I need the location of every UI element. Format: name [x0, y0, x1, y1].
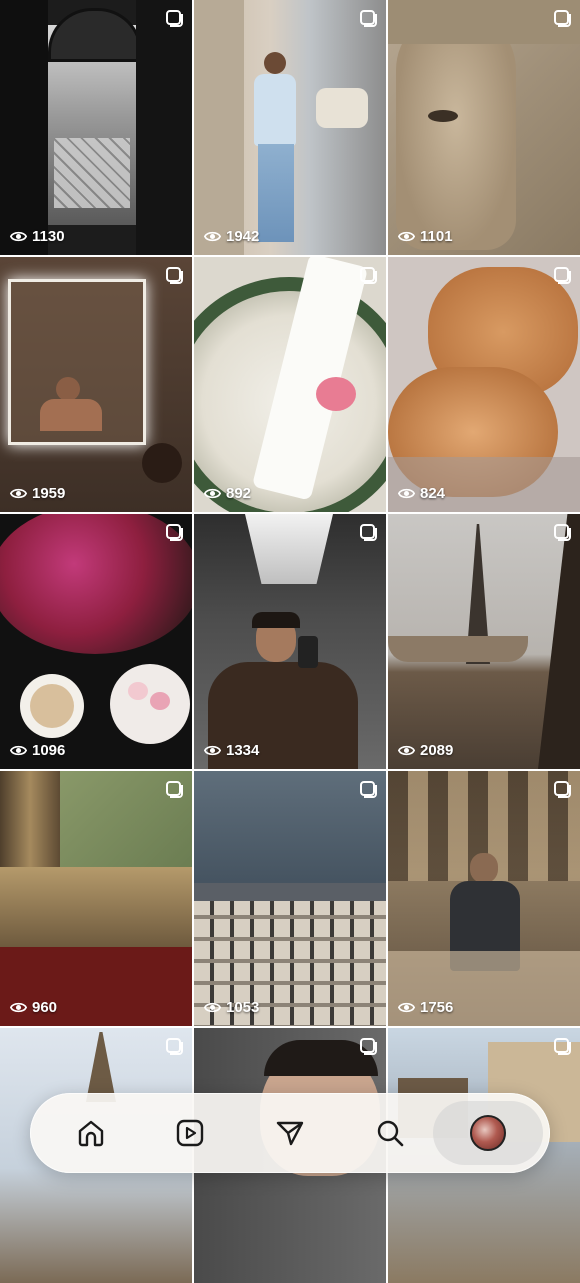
eye-icon — [398, 1002, 415, 1013]
direct-message-button[interactable] — [270, 1113, 310, 1153]
reels-icon — [176, 1119, 204, 1147]
view-count: 1334 — [204, 742, 259, 759]
post-image — [194, 0, 386, 255]
post-image — [388, 0, 580, 255]
post-image — [194, 771, 386, 1026]
view-count-label: 1756 — [420, 999, 454, 1016]
multiple-photos-icon — [360, 267, 377, 284]
post-tile[interactable]: 960 — [0, 771, 192, 1026]
multiple-photos-icon — [360, 1038, 377, 1055]
multiple-photos-icon — [554, 267, 571, 284]
home-icon — [78, 1120, 104, 1147]
view-count: 2089 — [398, 742, 453, 759]
view-count: 1942 — [204, 228, 259, 245]
view-count-label: 1959 — [32, 485, 66, 502]
multiple-photos-icon — [166, 267, 183, 284]
view-count: 1756 — [398, 999, 453, 1016]
view-count-label: 1096 — [32, 742, 66, 759]
eye-icon — [10, 488, 27, 499]
post-tile[interactable]: 2089 — [388, 514, 580, 769]
multiple-photos-icon — [166, 524, 183, 541]
direct-message-icon — [276, 1121, 304, 1146]
home-button[interactable] — [71, 1113, 111, 1153]
bottom-navigation — [30, 1093, 550, 1173]
post-tile[interactable]: 824 — [388, 257, 580, 512]
multiple-photos-icon — [166, 781, 183, 798]
multiple-photos-icon — [360, 524, 377, 541]
view-count: 1130 — [10, 228, 65, 245]
multiple-photos-icon — [554, 10, 571, 27]
view-count-label: 960 — [32, 999, 58, 1016]
profile-avatar[interactable] — [470, 1115, 506, 1151]
multiple-photos-icon — [554, 524, 571, 541]
view-count-label: 892 — [226, 485, 252, 502]
post-image — [388, 514, 580, 769]
view-count: 892 — [204, 485, 251, 502]
view-count: 960 — [10, 999, 57, 1016]
view-count-label: 824 — [420, 485, 446, 502]
eye-icon — [204, 1002, 221, 1013]
multiple-photos-icon — [360, 781, 377, 798]
reels-button[interactable] — [170, 1113, 210, 1153]
post-image — [0, 0, 192, 255]
view-count: 1096 — [10, 742, 65, 759]
eye-icon — [204, 488, 221, 499]
multiple-photos-icon — [360, 10, 377, 27]
post-tile[interactable]: 1096 — [0, 514, 192, 769]
multiple-photos-icon — [554, 1038, 571, 1055]
view-count-label: 2089 — [420, 742, 454, 759]
multiple-photos-icon — [554, 781, 571, 798]
multiple-photos-icon — [166, 1038, 183, 1055]
post-tile[interactable]: 892 — [194, 257, 386, 512]
post-tile[interactable]: 1959 — [0, 257, 192, 512]
view-count-label: 1334 — [226, 742, 260, 759]
post-image — [194, 257, 386, 512]
view-count-label: 1942 — [226, 228, 260, 245]
view-count: 824 — [398, 485, 445, 502]
eye-icon — [204, 231, 221, 242]
view-count: 1959 — [10, 485, 65, 502]
post-image — [194, 514, 386, 769]
search-icon — [377, 1120, 404, 1147]
eye-icon — [204, 745, 221, 756]
post-image — [0, 771, 192, 1026]
view-count: 1053 — [204, 999, 259, 1016]
eye-icon — [10, 231, 27, 242]
eye-icon — [10, 1002, 27, 1013]
post-tile[interactable]: 1053 — [194, 771, 386, 1026]
eye-icon — [10, 745, 27, 756]
post-tile[interactable]: 1942 — [194, 0, 386, 255]
view-count-label: 1130 — [32, 228, 65, 245]
post-grid: 1130 1942 1101 1959 892 824 1096 1334 20… — [0, 0, 580, 1283]
post-image — [388, 257, 580, 512]
view-count-label: 1101 — [420, 228, 453, 245]
post-tile[interactable]: 1756 — [388, 771, 580, 1026]
view-count: 1101 — [398, 228, 453, 245]
post-image — [388, 771, 580, 1026]
post-tile[interactable]: 1334 — [194, 514, 386, 769]
eye-icon — [398, 231, 415, 242]
post-image — [0, 257, 192, 512]
view-count-label: 1053 — [226, 999, 260, 1016]
search-button[interactable] — [370, 1113, 410, 1153]
eye-icon — [398, 745, 415, 756]
post-image — [0, 514, 192, 769]
multiple-photos-icon — [166, 10, 183, 27]
eye-icon — [398, 488, 415, 499]
post-tile[interactable]: 1130 — [0, 0, 192, 255]
post-tile[interactable]: 1101 — [388, 0, 580, 255]
